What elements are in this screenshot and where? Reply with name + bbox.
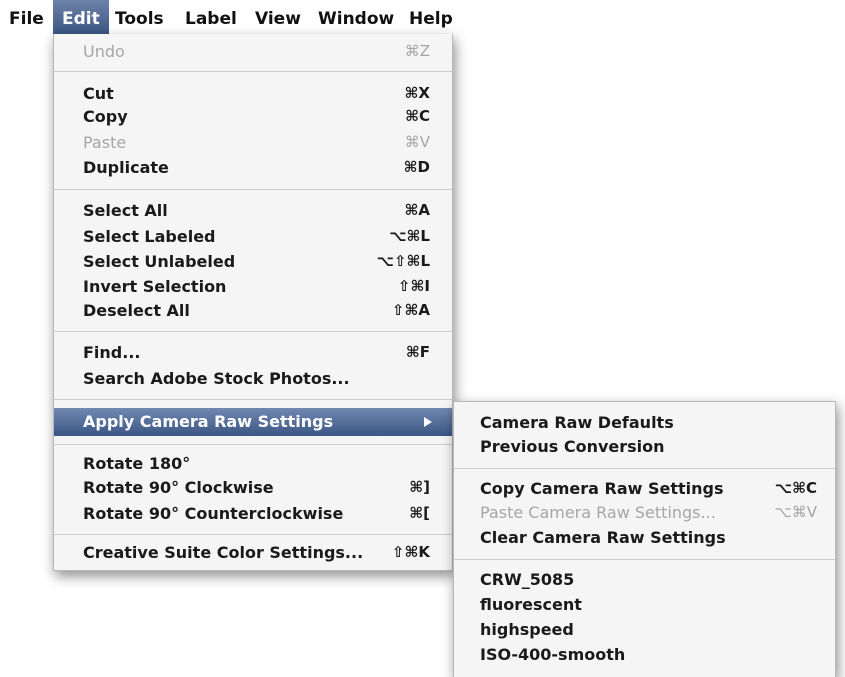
menu-item-preset[interactable]: ISO-400-smooth	[454, 643, 835, 666]
menu-item-clear-camera-raw[interactable]: Clear Camera Raw Settings	[454, 526, 835, 549]
menu-item-label: ISO-400-smooth	[480, 645, 626, 664]
menu-label[interactable]: Label	[176, 0, 246, 34]
menu-item-label: Apply Camera Raw Settings	[83, 412, 334, 431]
shortcut-label: ⇧⌘A	[391, 301, 430, 319]
menu-item-label: Rotate 180°	[83, 454, 191, 473]
menu-item-label: Clear Camera Raw Settings	[480, 528, 726, 547]
menu-separator	[54, 189, 452, 190]
menu-window[interactable]: Window	[309, 0, 403, 34]
menu-item-label: Search Adobe Stock Photos...	[83, 369, 350, 388]
menu-item-label: Deselect All	[83, 301, 190, 320]
menu-item-select-labeled[interactable]: Select Labeled ⌥⌘L	[54, 225, 452, 248]
menu-tools[interactable]: Tools	[106, 0, 173, 34]
menu-separator	[54, 534, 452, 535]
menu-item-camera-raw-defaults[interactable]: Camera Raw Defaults	[454, 411, 835, 434]
shortcut-label: ⇧⌘I	[397, 277, 430, 295]
menu-item-apply-camera-raw[interactable]: Apply Camera Raw Settings	[54, 408, 452, 436]
shortcut-label: ⌘D	[403, 158, 430, 176]
shortcut-label: ⌘A	[404, 201, 430, 219]
menu-item-label: Rotate 90° Clockwise	[83, 478, 274, 497]
shortcut-label: ⌘V	[404, 133, 430, 151]
menu-item-label: Paste	[83, 133, 127, 152]
shortcut-label: ⌘Z	[404, 42, 430, 60]
menu-item-label: Select Unlabeled	[83, 252, 236, 271]
menu-item-paste[interactable]: Paste ⌘V	[54, 131, 452, 154]
menu-item-rotate-180[interactable]: Rotate 180°	[54, 452, 452, 475]
menu-item-paste-camera-raw[interactable]: Paste Camera Raw Settings... ⌥⌘V	[454, 501, 835, 524]
menu-item-label: fluorescent	[480, 595, 582, 614]
menu-item-label: Copy	[83, 107, 128, 126]
menu-item-label: Duplicate	[83, 158, 169, 177]
menu-item-invert-selection[interactable]: Invert Selection ⇧⌘I	[54, 275, 452, 298]
menu-separator	[54, 399, 452, 400]
menu-edit[interactable]: Edit	[53, 0, 109, 34]
menu-item-label: Cut	[83, 84, 114, 103]
menu-item-label: Camera Raw Defaults	[480, 413, 674, 432]
menu-item-creative-suite-color[interactable]: Creative Suite Color Settings... ⇧⌘K	[54, 541, 452, 564]
menu-item-label: Select Labeled	[83, 227, 216, 246]
menu-item-label: Previous Conversion	[480, 437, 665, 456]
menu-item-label: Creative Suite Color Settings...	[83, 543, 364, 562]
menu-item-label: Undo	[83, 42, 125, 61]
menu-separator	[54, 331, 452, 332]
menu-item-label: Find...	[83, 343, 141, 362]
menu-item-preset[interactable]: fluorescent	[454, 593, 835, 616]
menu-item-undo[interactable]: Undo ⌘Z	[54, 40, 452, 63]
menu-help[interactable]: Help	[400, 0, 462, 34]
menu-item-deselect-all[interactable]: Deselect All ⇧⌘A	[54, 299, 452, 322]
shortcut-label: ⌘]	[409, 478, 430, 496]
menu-file[interactable]: File	[0, 0, 53, 34]
menu-item-copy[interactable]: Copy ⌘C	[54, 105, 452, 128]
shortcut-label: ⌘X	[404, 84, 430, 102]
menu-item-label: Copy Camera Raw Settings	[480, 479, 724, 498]
shortcut-label: ⌥⌘L	[389, 227, 430, 245]
menu-item-duplicate[interactable]: Duplicate ⌘D	[54, 156, 452, 179]
menu-item-previous-conversion[interactable]: Previous Conversion	[454, 435, 835, 458]
menu-separator	[454, 468, 835, 469]
menu-item-copy-camera-raw[interactable]: Copy Camera Raw Settings ⌥⌘C	[454, 477, 835, 500]
menu-item-cut[interactable]: Cut ⌘X	[54, 82, 452, 105]
menu-separator	[54, 71, 452, 72]
shortcut-label: ⌘F	[405, 343, 430, 361]
menu-item-label: CRW_5085	[480, 570, 575, 589]
edit-menu-dropdown: Undo ⌘Z Cut ⌘X Copy ⌘C Paste ⌘V Duplicat…	[53, 34, 453, 571]
menu-item-find[interactable]: Find... ⌘F	[54, 341, 452, 364]
shortcut-label: ⇧⌘K	[391, 543, 430, 561]
menu-item-label: highspeed	[480, 620, 574, 639]
shortcut-label: ⌥⌘V	[774, 503, 817, 521]
shortcut-label: ⌘C	[405, 107, 430, 125]
menu-view[interactable]: View	[246, 0, 310, 34]
menu-item-label: Invert Selection	[83, 277, 227, 296]
shortcut-label: ⌘[	[409, 504, 430, 522]
shortcut-label: ⌥⇧⌘L	[376, 252, 430, 270]
menu-item-label: Paste Camera Raw Settings...	[480, 503, 716, 522]
menu-separator	[454, 559, 835, 560]
menu-item-preset[interactable]: highspeed	[454, 618, 835, 641]
menu-item-select-all[interactable]: Select All ⌘A	[54, 199, 452, 222]
menu-item-label: Select All	[83, 201, 168, 220]
submenu-arrow-icon	[424, 417, 432, 427]
menu-separator	[54, 444, 452, 445]
menu-item-preset[interactable]: CRW_5085	[454, 568, 835, 591]
shortcut-label: ⌥⌘C	[774, 479, 817, 497]
menu-item-select-unlabeled[interactable]: Select Unlabeled ⌥⇧⌘L	[54, 250, 452, 273]
menu-item-label: Rotate 90° Counterclockwise	[83, 504, 344, 523]
menu-item-rotate-cw[interactable]: Rotate 90° Clockwise ⌘]	[54, 476, 452, 499]
menu-bar: File Edit Tools Label View Window Help	[0, 0, 845, 34]
camera-raw-submenu: Camera Raw Defaults Previous Conversion …	[453, 401, 836, 677]
menu-item-rotate-ccw[interactable]: Rotate 90° Counterclockwise ⌘[	[54, 502, 452, 525]
menu-item-search-adobe-stock[interactable]: Search Adobe Stock Photos...	[54, 367, 452, 390]
